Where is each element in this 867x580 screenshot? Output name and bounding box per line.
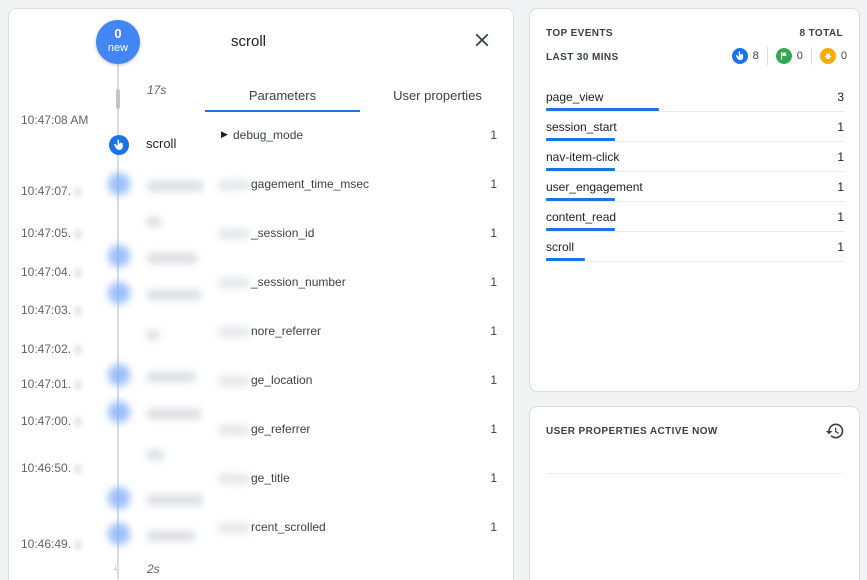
- timestamp: 10:47:03.: [21, 303, 83, 317]
- duration-top: 17s: [147, 83, 167, 97]
- event-share-bar: [546, 168, 615, 171]
- timestamp: 10:46:50.: [21, 461, 83, 475]
- close-icon[interactable]: [471, 29, 493, 51]
- active-event-label[interactable]: scroll: [146, 136, 176, 151]
- event-count: 1: [837, 210, 844, 224]
- event-name: nav-item-click: [546, 150, 620, 164]
- blurred-event-label: [147, 253, 197, 263]
- errors-count: 0: [840, 50, 847, 62]
- event-dot[interactable]: [108, 487, 130, 509]
- timestamp: 10:47:04.: [21, 265, 83, 279]
- event-dot[interactable]: [108, 173, 130, 195]
- blurred-event-label: [147, 372, 195, 382]
- event-dot[interactable]: [108, 245, 130, 267]
- history-icon[interactable]: [825, 421, 845, 441]
- parameter-row[interactable]: _session_id 1: [205, 226, 505, 246]
- event-count: 1: [837, 240, 844, 254]
- event-share-bar: [546, 228, 615, 231]
- timestamp: 10:46:49.: [21, 537, 83, 551]
- timestamp: 10:47:00.: [21, 414, 83, 428]
- top-events-total: 8 TOTAL: [799, 28, 843, 39]
- timeline-gap-marker: [116, 89, 120, 109]
- panel-tabs: Parameters User properties: [205, 79, 513, 112]
- top-event-row[interactable]: session_start 1: [546, 112, 844, 142]
- timestamp: 10:47:01.: [21, 377, 83, 391]
- timestamp: 10:47:02.: [21, 342, 83, 356]
- event-dot[interactable]: [108, 364, 130, 386]
- top-events-timeframe: LAST 30 MINS: [546, 52, 619, 63]
- panel-title: scroll: [231, 33, 267, 50]
- divider: [546, 473, 843, 474]
- debug-timeline-card: 0 new 17s 10:47:08 AM 10:47:07. 10:47:05…: [8, 8, 514, 580]
- bug-icon: [819, 48, 836, 64]
- user-properties-title: USER PROPERTIES ACTIVE NOW: [546, 426, 718, 437]
- event-name: user_engagement: [546, 180, 643, 194]
- blurred-event-label: [147, 330, 159, 340]
- timestamp: 10:47:08 AM: [21, 113, 89, 127]
- blurred-event-label: [147, 181, 203, 191]
- event-dot[interactable]: [108, 523, 130, 545]
- parameter-row[interactable]: ge_referrer 1: [205, 422, 505, 442]
- timeline-arrow-icon: ↓: [113, 562, 118, 573]
- event-share-bar: [546, 198, 615, 201]
- event-name: content_read: [546, 210, 617, 224]
- event-count: 3: [837, 90, 844, 104]
- expand-caret-icon[interactable]: ▶: [221, 129, 228, 140]
- blurred-event-label: [147, 531, 195, 541]
- event-share-bar: [546, 108, 659, 111]
- event-dot[interactable]: [108, 401, 130, 423]
- parameter-row[interactable]: ge_title 1: [205, 471, 505, 491]
- event-name: scroll: [546, 240, 575, 254]
- blurred-event-label: [147, 495, 203, 505]
- timestamp: 10:47:07.: [21, 184, 83, 198]
- parameter-row[interactable]: _session_number 1: [205, 275, 505, 295]
- timestamp: 10:47:05.: [21, 226, 83, 240]
- top-events-title: TOP EVENTS: [546, 28, 613, 39]
- tab-user-properties[interactable]: User properties: [360, 79, 513, 111]
- top-events-card: TOP EVENTS 8 TOTAL LAST 30 MINS 8 0 0 pa…: [529, 8, 860, 392]
- events-count: 8: [752, 50, 759, 62]
- top-event-row[interactable]: scroll 1: [546, 232, 844, 262]
- event-share-bar: [546, 138, 615, 141]
- top-event-row[interactable]: nav-item-click 1: [546, 142, 844, 172]
- blurred-event-label: [147, 290, 201, 300]
- event-parameters-panel: scroll Parameters User properties ▶ debu…: [205, 9, 513, 580]
- tab-parameters[interactable]: Parameters: [205, 79, 360, 112]
- top-event-row[interactable]: content_read 1: [546, 202, 844, 232]
- parameter-row[interactable]: gagement_time_msec 1: [205, 177, 505, 197]
- event-name: session_start: [546, 120, 617, 134]
- parameter-row[interactable]: ▶ debug_mode 1: [205, 128, 505, 148]
- event-name: page_view: [546, 90, 604, 104]
- user-properties-card: USER PROPERTIES ACTIVE NOW: [529, 406, 860, 580]
- new-count: 0: [114, 26, 122, 41]
- blurred-event-label: [147, 409, 201, 419]
- event-count: 1: [837, 180, 844, 194]
- event-type-counts: 8 0 0: [731, 45, 847, 67]
- pointer-hand-icon[interactable]: [109, 135, 129, 155]
- blurred-event-label: [147, 450, 163, 460]
- event-count: 1: [837, 150, 844, 164]
- top-event-row[interactable]: user_engagement 1: [546, 172, 844, 202]
- parameter-row[interactable]: ge_location 1: [205, 373, 505, 393]
- top-event-row[interactable]: page_view 3: [546, 82, 844, 112]
- event-count: 1: [837, 120, 844, 134]
- conversions-count: 0: [796, 50, 803, 62]
- blurred-event-label: [147, 217, 161, 227]
- event-dot[interactable]: [108, 282, 130, 304]
- new-label: new: [107, 42, 129, 54]
- new-events-bubble[interactable]: 0 new: [96, 20, 140, 64]
- parameter-row[interactable]: rcent_scrolled 1: [205, 520, 505, 540]
- flag-icon: [775, 48, 792, 64]
- event-share-bar: [546, 258, 585, 261]
- pointer-hand-icon: [731, 48, 748, 64]
- parameter-row[interactable]: nore_referrer 1: [205, 324, 505, 344]
- duration-bottom: 2s: [147, 562, 160, 576]
